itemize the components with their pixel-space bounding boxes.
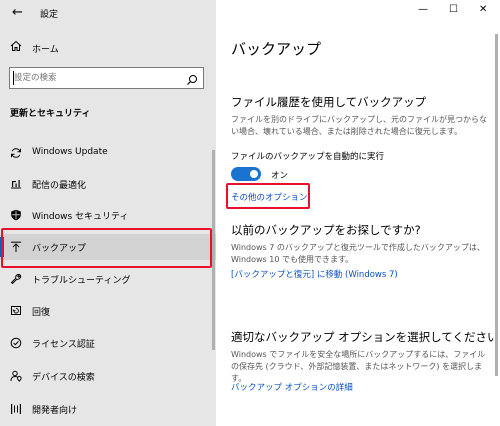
sidebar-item-label: 配信の最適化 (32, 181, 87, 191)
back-arrow-icon[interactable]: ← (12, 5, 23, 20)
wrench-icon (10, 272, 22, 286)
sidebar-item-label: 開発者向け (32, 406, 78, 416)
file-history-heading: ファイル履歴を使用してバックアップ (231, 95, 427, 109)
main-content: — ☐ ✕ バックアップ ファイル履歴を使用してバックアップ ファイルを別のドラ… (216, 0, 500, 426)
backup-restore-link[interactable]: [バックアップと復元] に移動 (Windows 7) (231, 268, 398, 280)
file-history-description: ファイルを別のドライブにバックアップし、元のファイルが見つからない場合、壊れてい… (231, 115, 487, 136)
delivery-optimization-icon (10, 177, 22, 191)
highlight-box-backup (1, 228, 212, 268)
minimize-button[interactable]: — (418, 4, 428, 15)
sidebar-item-delivery-optimization[interactable]: 配信の最適化 (0, 171, 216, 197)
toggle-state-label: オン (271, 171, 289, 181)
settings-sidebar: ← 設定 ホーム 更新とセキュリティ Windows Update 配信の最適化… (0, 0, 216, 426)
sidebar-item-label: ライセンス認証 (32, 340, 95, 350)
title-bar: ← 設定 (0, 0, 216, 30)
sync-icon (10, 146, 22, 160)
sidebar-item-find-my-device[interactable]: デバイスの検索 (0, 363, 216, 389)
section-heading: 更新とセキュリティ (10, 109, 91, 119)
older-backup-description: Windows 7 のバックアップと復元ツールで作成したバックアップは、Wind… (231, 243, 485, 264)
sidebar-item-developers[interactable]: 開発者向け (0, 396, 216, 422)
search-icon[interactable] (186, 71, 198, 85)
main-scrollbar[interactable] (495, 34, 498, 376)
sidebar-scrollbar[interactable] (212, 150, 215, 350)
sidebar-item-windows-security[interactable]: Windows セキュリティ (0, 202, 216, 228)
choose-option-description: Windows でファイルを安全な場所にバックアップするには、ファイルの保存先 … (231, 350, 486, 383)
older-backup-heading: 以前のバックアップをお探しですか? (231, 223, 421, 237)
recovery-icon (10, 304, 22, 318)
sidebar-item-label: Windows Update (32, 147, 108, 157)
toggle-knob (250, 170, 258, 178)
page-title: バックアップ (231, 40, 322, 58)
backup-options-details-link[interactable]: バックアップ オプションの詳細 (231, 381, 353, 393)
sidebar-item-label: 回復 (32, 308, 51, 318)
sidebar-item-windows-update[interactable]: Windows Update (0, 140, 216, 166)
sidebar-item-label: デバイスの検索 (32, 373, 95, 383)
close-button[interactable]: ✕ (479, 4, 487, 15)
sidebar-item-recovery[interactable]: 回復 (0, 298, 216, 324)
sidebar-item-activation[interactable]: ライセンス認証 (0, 330, 216, 356)
check-circle-icon (10, 336, 22, 350)
developer-icon (10, 402, 22, 416)
auto-backup-toggle[interactable] (231, 167, 261, 181)
app-title: 設定 (40, 10, 59, 20)
search-input[interactable] (14, 71, 179, 85)
choose-option-heading: 適切なバックアップ オプションを選択してください (231, 330, 499, 344)
nav-home-label: ホーム (32, 45, 59, 55)
sidebar-item-label: Windows セキュリティ (32, 212, 129, 222)
shield-icon (10, 208, 22, 222)
home-icon (10, 40, 22, 55)
auto-backup-label: ファイルのバックアップを自動的に実行 (231, 152, 385, 162)
person-location-icon (10, 369, 22, 383)
search-box[interactable] (9, 67, 204, 89)
highlight-box-more-options (226, 183, 310, 209)
sidebar-item-label: トラブルシューティング (32, 276, 131, 286)
sidebar-item-troubleshoot[interactable]: トラブルシューティング (0, 266, 216, 292)
maximize-button[interactable]: ☐ (449, 4, 458, 15)
nav-home[interactable]: ホーム (0, 36, 216, 60)
